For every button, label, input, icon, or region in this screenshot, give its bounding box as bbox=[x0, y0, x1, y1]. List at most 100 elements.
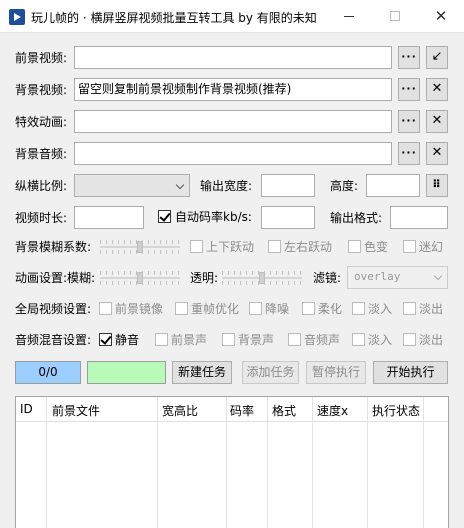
global-video-label: 全局视频设置: bbox=[15, 302, 92, 316]
column-header-id[interactable]: ID bbox=[20, 402, 33, 416]
column-header-foreground-file[interactable]: 前景文件 bbox=[52, 402, 100, 419]
video-fade-in-label: 淡入 bbox=[368, 302, 393, 316]
output-width-input[interactable] bbox=[261, 174, 315, 197]
frame-optimize-label: 重帧优化 bbox=[191, 302, 240, 316]
background-browse-button[interactable]: ··· bbox=[398, 78, 420, 101]
color-shift-checkbox[interactable] bbox=[348, 240, 361, 253]
filter-select[interactable]: overlay bbox=[347, 266, 448, 289]
height-input[interactable] bbox=[366, 174, 420, 197]
app-play-icon bbox=[9, 9, 25, 25]
animation-blur-thumb[interactable] bbox=[137, 272, 143, 284]
aspect-ratio-label: 纵横比例: bbox=[15, 179, 68, 193]
frame-optimize-checkbox[interactable] bbox=[175, 302, 188, 315]
foreground-video-label: 前景视频: bbox=[15, 51, 68, 65]
audio-fade-out-checkbox[interactable] bbox=[403, 333, 416, 346]
output-format-label: 输出格式: bbox=[330, 211, 383, 225]
grid-options-button[interactable]: ⠿ bbox=[426, 174, 448, 197]
psychedelic-checkbox[interactable] bbox=[403, 240, 416, 253]
output-format-input[interactable] bbox=[390, 206, 448, 229]
fg-mirror-label: 前景镜像 bbox=[115, 302, 164, 316]
audio-fade-in-label: 淡入 bbox=[368, 333, 393, 347]
auto-bitrate-checkbox[interactable] bbox=[158, 210, 171, 223]
background-audio-input[interactable] bbox=[74, 142, 392, 165]
status-fill bbox=[88, 362, 165, 383]
transparency-slider[interactable] bbox=[222, 271, 302, 285]
audio-fade-out-label: 淡出 bbox=[419, 333, 444, 347]
status-indicator bbox=[87, 361, 166, 384]
title-bar: 玩儿帧的 · 横屏竖屏视频批量互转工具 by 有限的未知 ✕ bbox=[0, 0, 464, 33]
audio-sound-label: 音频声 bbox=[304, 333, 341, 347]
transparency-thumb[interactable] bbox=[259, 272, 265, 284]
chevron-down-icon bbox=[433, 271, 443, 281]
background-video-label: 背景视频: bbox=[15, 83, 68, 97]
task-table[interactable]: ID 前景文件 宽高比 码率 格式 速度x 执行状态 bbox=[15, 396, 449, 528]
audio-sound-checkbox[interactable] bbox=[288, 333, 301, 346]
fg-sound-checkbox[interactable] bbox=[155, 333, 168, 346]
effect-clear-button[interactable]: ✕ bbox=[426, 110, 448, 133]
output-width-label: 输出宽度: bbox=[200, 179, 253, 193]
blur-slider-thumb[interactable] bbox=[137, 241, 143, 253]
video-fade-out-label: 淡出 bbox=[419, 302, 444, 316]
effect-browse-button[interactable]: ··· bbox=[398, 110, 420, 133]
video-fade-out-checkbox[interactable] bbox=[403, 302, 416, 315]
soften-label: 柔化 bbox=[318, 302, 343, 316]
filter-label: 滤镜: bbox=[313, 271, 342, 285]
close-button[interactable]: ✕ bbox=[418, 0, 464, 32]
minimize-button[interactable] bbox=[326, 0, 372, 32]
bounce-vertical-label: 上下跃动 bbox=[206, 240, 255, 254]
aspect-ratio-select[interactable] bbox=[74, 174, 190, 197]
background-clear-button[interactable]: ✕ bbox=[426, 78, 448, 101]
psychedelic-label: 迷幻 bbox=[419, 240, 444, 254]
column-header-status[interactable]: 执行状态 bbox=[372, 402, 420, 419]
soften-checkbox[interactable] bbox=[302, 302, 315, 315]
audio-mix-label: 音频混音设置: bbox=[15, 333, 92, 347]
duration-label: 视频时长: bbox=[15, 211, 68, 225]
table-header: ID 前景文件 宽高比 码率 格式 速度x 执行状态 bbox=[16, 397, 448, 422]
video-fade-in-checkbox[interactable] bbox=[352, 302, 365, 315]
audio-clear-button[interactable]: ✕ bbox=[426, 142, 448, 165]
mute-label: 静音 bbox=[115, 333, 140, 347]
color-shift-label: 色变 bbox=[364, 240, 389, 254]
auto-bitrate-label: 自动码率kb/s: bbox=[175, 210, 252, 224]
bounce-vertical-checkbox[interactable] bbox=[190, 240, 203, 253]
column-header-speed[interactable]: 速度x bbox=[317, 402, 348, 419]
column-header-format[interactable]: 格式 bbox=[272, 402, 296, 419]
new-task-button[interactable]: 新建任务 bbox=[172, 361, 232, 384]
audio-fade-in-checkbox[interactable] bbox=[352, 333, 365, 346]
column-header-aspect[interactable]: 宽高比 bbox=[162, 402, 198, 419]
maximize-button[interactable] bbox=[372, 0, 418, 32]
foreground-video-input[interactable] bbox=[74, 46, 392, 69]
maximize-icon bbox=[390, 11, 400, 21]
bitrate-input[interactable] bbox=[261, 206, 315, 229]
minimize-icon bbox=[344, 16, 354, 17]
mute-checkbox[interactable] bbox=[99, 333, 112, 346]
background-audio-label: 背景音频: bbox=[15, 147, 68, 161]
fg-sound-label: 前景声 bbox=[171, 333, 208, 347]
animation-blur-slider[interactable] bbox=[100, 271, 180, 285]
bg-sound-checkbox[interactable] bbox=[222, 333, 235, 346]
progress-text: 0/0 bbox=[38, 365, 58, 379]
blur-slider[interactable] bbox=[100, 240, 180, 254]
denoise-label: 降噪 bbox=[265, 302, 290, 316]
bounce-horizontal-label: 左右跃动 bbox=[284, 240, 333, 254]
column-header-bitrate[interactable]: 码率 bbox=[230, 402, 254, 419]
background-blur-label: 背景模糊系数: bbox=[15, 240, 92, 254]
audio-browse-button[interactable]: ··· bbox=[398, 142, 420, 165]
denoise-checkbox[interactable] bbox=[249, 302, 262, 315]
duration-input[interactable] bbox=[74, 206, 144, 229]
bounce-horizontal-checkbox[interactable] bbox=[268, 240, 281, 253]
start-button[interactable]: 开始执行 bbox=[373, 361, 448, 384]
animation-blur-label: 动画设置:模糊: bbox=[15, 271, 96, 285]
background-video-input[interactable]: 留空则复制前景视频制作背景视频(推荐) bbox=[74, 78, 392, 101]
effect-animation-label: 特效动画: bbox=[15, 115, 68, 129]
height-label: 高度: bbox=[330, 179, 359, 193]
foreground-browse-button[interactable]: ··· bbox=[398, 46, 420, 69]
effect-animation-input[interactable] bbox=[74, 110, 392, 133]
foreground-action-button[interactable]: ↙ bbox=[426, 46, 448, 69]
transparency-label: 透明: bbox=[190, 271, 219, 285]
add-task-button[interactable]: 添加任务 bbox=[242, 361, 299, 384]
chevron-down-icon bbox=[175, 180, 185, 190]
pause-button[interactable]: 暂停执行 bbox=[306, 361, 366, 384]
bg-sound-label: 背景声 bbox=[238, 333, 275, 347]
fg-mirror-checkbox[interactable] bbox=[99, 302, 112, 315]
